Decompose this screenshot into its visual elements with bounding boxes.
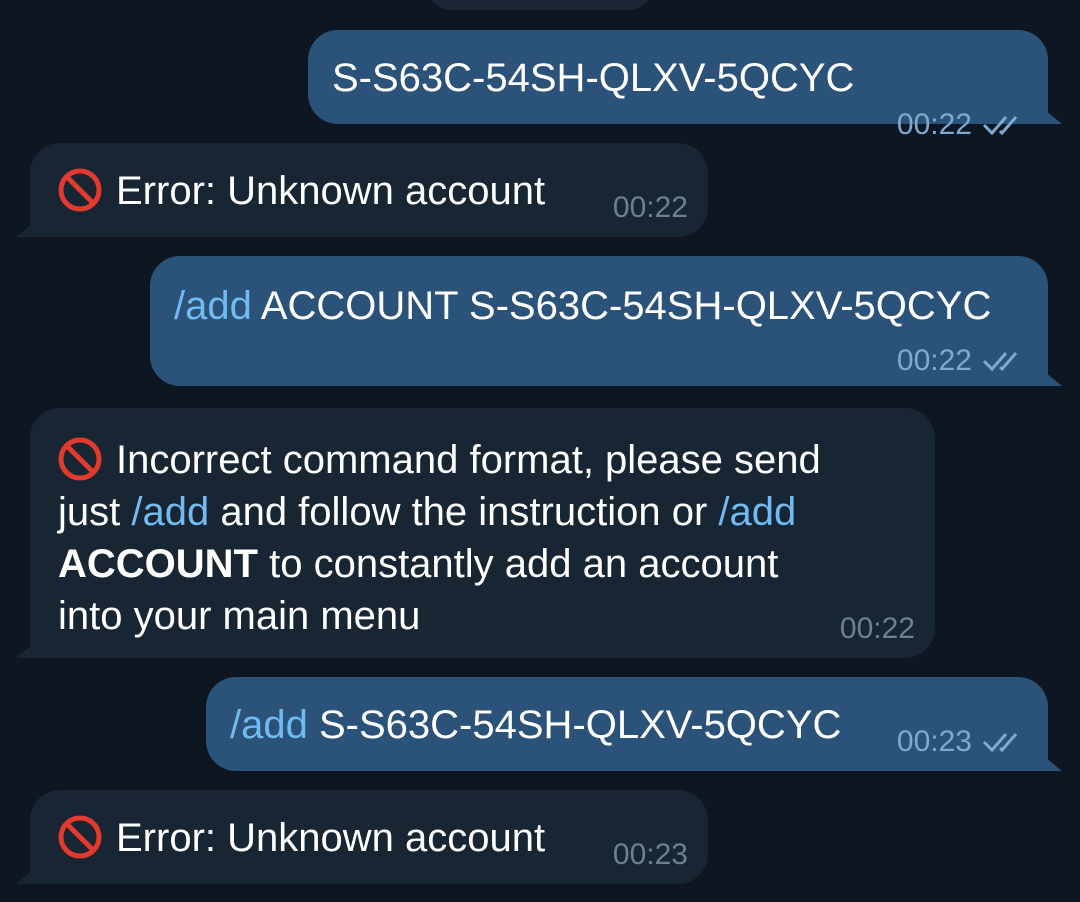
previous-message-edge <box>428 0 652 10</box>
message-text: S-S63C-54SH-QLXV-5QCYC <box>307 703 842 747</box>
command-link[interactable]: /add <box>230 703 308 747</box>
message-text-row: /add S-S63C-54SH-QLXV-5QCYC <box>230 699 841 751</box>
message-meta: 00:23 <box>897 727 1028 757</box>
no-entry-icon <box>58 815 102 859</box>
message-text: and follow the instruction or <box>209 490 719 534</box>
message-text: just <box>58 490 132 534</box>
command-link[interactable]: /add <box>174 284 252 328</box>
message-time: 00:22 <box>896 344 972 377</box>
message-meta: 00:22 <box>613 193 688 223</box>
message-text: into your main menu <box>58 594 421 638</box>
command-link[interactable]: /add <box>718 490 796 534</box>
message-line: Incorrect command format, please send <box>58 434 821 486</box>
no-entry-icon <box>58 168 102 212</box>
double-check-icon <box>982 733 1018 753</box>
incoming-message[interactable]: Error: Unknown account 00:22 <box>16 143 708 237</box>
message-time: 00:23 <box>612 838 688 871</box>
message-meta: 00:22 <box>840 614 915 644</box>
double-check-icon <box>982 352 1018 372</box>
outgoing-message[interactable]: /add ACCOUNT S-S63C-54SH-QLXV-5QCYC 00:2… <box>150 256 1062 386</box>
message-meta: 00:22 <box>897 346 1028 376</box>
message-line: just /add and follow the instruction or … <box>58 486 821 538</box>
message-text-row: Error: Unknown account <box>58 812 545 864</box>
outgoing-message[interactable]: /add S-S63C-54SH-QLXV-5QCYC 00:23 <box>206 677 1062 771</box>
message-body: Incorrect command format, please send ju… <box>58 434 821 642</box>
message-time: 00:22 <box>612 191 688 224</box>
chat-history[interactable]: S-S63C-54SH-QLXV-5QCYC 00:22 Error: Unkn… <box>0 0 1080 902</box>
message-text: S-S63C-54SH-QLXV-5QCYC <box>332 56 855 100</box>
double-check-icon <box>982 116 1018 136</box>
message-text: Incorrect command format, please send <box>116 438 821 482</box>
message-meta: 00:22 <box>897 110 1028 140</box>
incoming-message[interactable]: Incorrect command format, please send ju… <box>16 408 935 658</box>
incoming-message[interactable]: Error: Unknown account 00:23 <box>16 790 708 884</box>
message-text: Error: Unknown account <box>116 169 546 213</box>
no-entry-icon <box>58 437 102 481</box>
message-text-row: Error: Unknown account <box>58 165 545 217</box>
message-time: 00:22 <box>896 108 972 141</box>
message-text-row: /add ACCOUNT S-S63C-54SH-QLXV-5QCYC <box>174 280 991 332</box>
message-line: into your main menu <box>58 590 821 642</box>
command-link[interactable]: /add <box>131 490 209 534</box>
message-meta: 00:23 <box>613 840 688 870</box>
bold-text: ACCOUNT <box>58 542 258 586</box>
outgoing-message[interactable]: S-S63C-54SH-QLXV-5QCYC 00:22 <box>308 30 1062 140</box>
message-line: ACCOUNT to constantly add an account <box>58 538 821 590</box>
message-text: Error: Unknown account <box>116 816 546 860</box>
message-time: 00:22 <box>839 612 915 645</box>
message-text: to constantly add an account <box>257 542 779 586</box>
message-text: ACCOUNT S-S63C-54SH-QLXV-5QCYC <box>251 284 992 328</box>
message-time: 00:23 <box>896 725 972 758</box>
